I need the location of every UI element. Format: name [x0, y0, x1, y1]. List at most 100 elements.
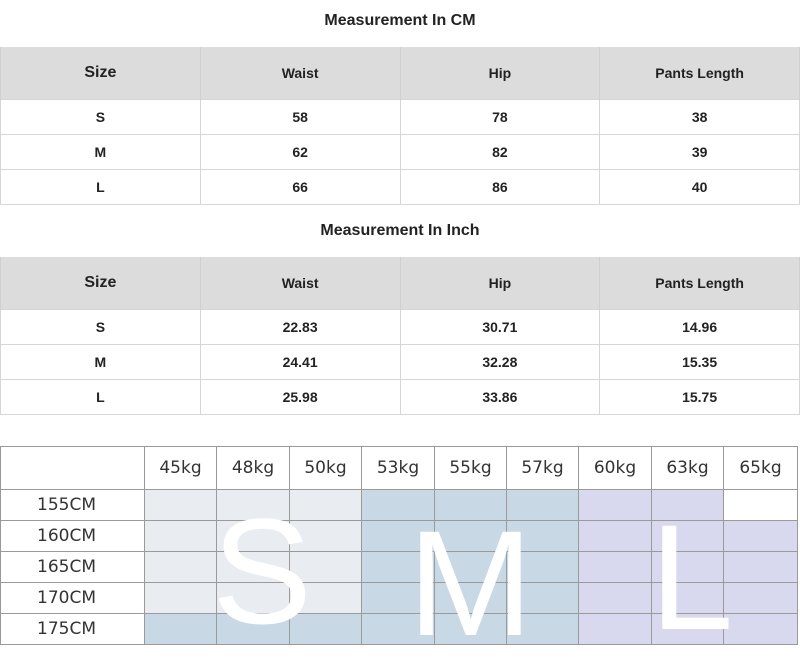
cell-hip: 30.71 [399, 309, 601, 345]
grid-cell [434, 489, 507, 521]
cell-pants-length: 15.75 [599, 379, 800, 415]
grid-cell [144, 582, 217, 614]
grid-cell [289, 520, 362, 552]
grid-cell [578, 613, 652, 645]
table-header-row: Size Waist Hip Pants Length [0, 257, 800, 310]
grid-cell [434, 582, 507, 614]
header-waist: Waist [199, 257, 401, 310]
cell-hip: 86 [399, 169, 601, 205]
grid-cell [578, 489, 652, 521]
grid-cell [144, 489, 217, 521]
corner-cell [0, 446, 145, 490]
cell-size: M [0, 134, 201, 170]
inch-measurement-table: Size Waist Hip Pants Length S 22.83 30.7… [0, 257, 800, 415]
cell-waist: 62 [199, 134, 401, 170]
grid-cell [578, 551, 652, 583]
weight-header: 50kg [289, 446, 362, 490]
cell-size: M [0, 344, 201, 380]
grid-cell [361, 613, 435, 645]
grid-cell [723, 489, 798, 521]
header-hip: Hip [399, 257, 601, 310]
weight-header: 63kg [651, 446, 724, 490]
grid-cell [506, 520, 579, 552]
cell-waist: 24.41 [199, 344, 401, 380]
grid-cell [578, 520, 652, 552]
grid-cell [361, 582, 435, 614]
grid-cell [361, 489, 435, 521]
weight-header: 53kg [361, 446, 435, 490]
table-row: L 25.98 33.86 15.75 [0, 379, 800, 415]
cell-size: S [0, 99, 201, 135]
grid-cell [289, 489, 362, 521]
grid-cell [723, 551, 798, 583]
grid-cell [361, 551, 435, 583]
grid-cell [289, 551, 362, 583]
cell-size: L [0, 379, 201, 415]
cell-pants-length: 39 [599, 134, 800, 170]
cell-pants-length: 15.35 [599, 344, 800, 380]
grid-cell [651, 613, 724, 645]
weight-header: 57kg [506, 446, 579, 490]
header-waist: Waist [199, 47, 401, 100]
grid-cell [434, 551, 507, 583]
weight-header: 45kg [144, 446, 217, 490]
grid-cell [144, 613, 217, 645]
height-label: 170CM [0, 582, 145, 614]
grid-cell [651, 551, 724, 583]
grid-cell [723, 520, 798, 552]
grid-cell [144, 520, 217, 552]
weight-header-row: 45kg 48kg 50kg 53kg 55kg 57kg 60kg 63kg … [0, 446, 798, 490]
grid-cell [651, 582, 724, 614]
header-pants-length: Pants Length [599, 47, 800, 100]
cm-measurement-table: Size Waist Hip Pants Length S 58 78 38 M… [0, 47, 800, 205]
cell-pants-length: 38 [599, 99, 800, 135]
grid-cell [216, 613, 290, 645]
grid-cell [216, 520, 290, 552]
cm-section-title: Measurement In CM [324, 12, 476, 29]
cell-hip: 78 [399, 99, 601, 135]
grid-cell [651, 520, 724, 552]
weight-header: 48kg [216, 446, 290, 490]
cell-waist: 22.83 [199, 309, 401, 345]
header-hip: Hip [399, 47, 601, 100]
grid-cell [506, 489, 579, 521]
cell-hip: 32.28 [399, 344, 601, 380]
table-row: L 66 86 40 [0, 169, 800, 205]
header-size: Size [0, 47, 201, 100]
grid-cell [506, 551, 579, 583]
inch-section-title: Measurement In Inch [320, 222, 480, 239]
grid-cell [434, 613, 507, 645]
table-row: M 24.41 32.28 15.35 [0, 344, 800, 380]
cell-pants-length: 14.96 [599, 309, 800, 345]
table-row: S 58 78 38 [0, 99, 800, 135]
cell-waist: 66 [199, 169, 401, 205]
weight-header: 55kg [434, 446, 507, 490]
table-header-row: Size Waist Hip Pants Length [0, 47, 800, 100]
weight-header: 65kg [723, 446, 798, 490]
header-pants-length: Pants Length [599, 257, 800, 310]
height-row: 175CM [0, 613, 798, 645]
height-label: 155CM [0, 489, 145, 521]
cell-hip: 33.86 [399, 379, 601, 415]
grid-cell [578, 582, 652, 614]
weight-height-table: 45kg 48kg 50kg 53kg 55kg 57kg 60kg 63kg … [0, 446, 798, 645]
cell-hip: 82 [399, 134, 601, 170]
cell-size: L [0, 169, 201, 205]
grid-cell [289, 582, 362, 614]
grid-cell [506, 582, 579, 614]
cell-waist: 25.98 [199, 379, 401, 415]
grid-cell [144, 551, 217, 583]
height-label: 165CM [0, 551, 145, 583]
height-row: 160CM [0, 520, 798, 552]
cell-pants-length: 40 [599, 169, 800, 205]
weight-header: 60kg [578, 446, 652, 490]
grid-cell [216, 551, 290, 583]
grid-cell [506, 613, 579, 645]
height-row: 170CM [0, 582, 798, 614]
height-row: 155CM [0, 489, 798, 521]
grid-cell [723, 582, 798, 614]
grid-cell [216, 489, 290, 521]
grid-cell [216, 582, 290, 614]
cell-size: S [0, 309, 201, 345]
height-row: 165CM [0, 551, 798, 583]
